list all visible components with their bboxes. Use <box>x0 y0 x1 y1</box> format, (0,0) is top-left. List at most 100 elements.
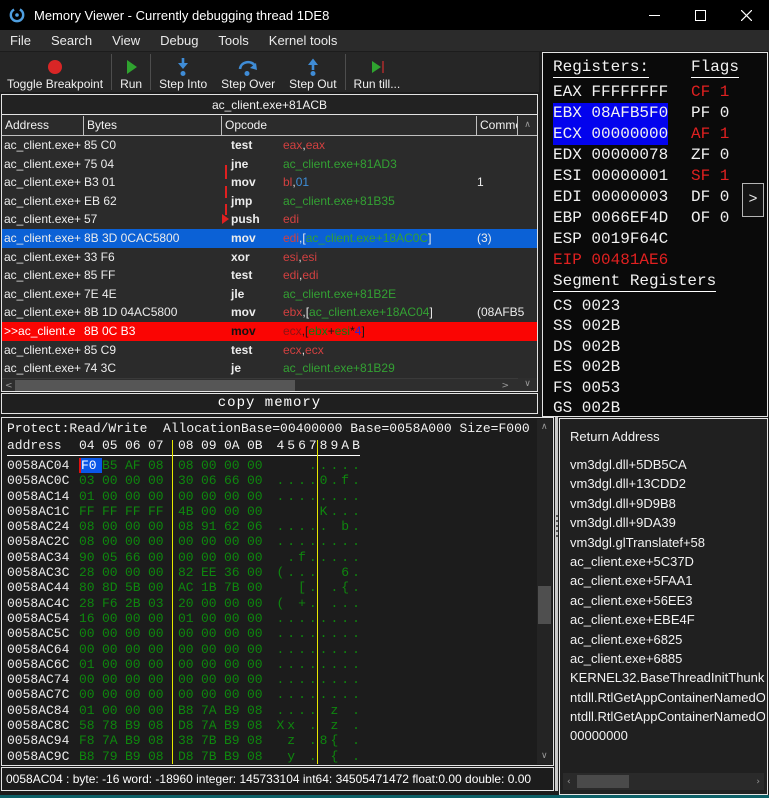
hex-byte[interactable]: 00 <box>201 550 224 565</box>
hex-byte[interactable]: 00 <box>224 611 247 626</box>
hex-byte[interactable]: 7B <box>201 733 224 748</box>
hex-byte[interactable]: B9 <box>125 718 148 733</box>
disasm-row[interactable]: ac_client.exe+85 C9testecx,ecx <box>2 341 537 360</box>
return-address-item[interactable]: ac_client.exe+6885 <box>570 649 765 668</box>
hex-byte[interactable]: 00 <box>247 489 270 504</box>
hex-row[interactable]: 0058AC0C0300000030066600....0.f. <box>7 473 536 488</box>
hex-byte[interactable]: 00 <box>125 489 148 504</box>
hex-row[interactable]: 0058AC349005660000000000 .f..... <box>7 550 536 565</box>
menu-tools[interactable]: Tools <box>208 30 258 51</box>
hex-byte[interactable]: 4B <box>178 504 201 519</box>
hex-byte[interactable]: B9 <box>224 749 247 764</box>
hex-byte[interactable]: 00 <box>102 642 125 657</box>
hex-byte[interactable]: B8 <box>79 749 102 764</box>
disasm-row[interactable]: ac_client.exe+85 FFtestedi,edi <box>2 266 537 285</box>
hex-byte[interactable]: B9 <box>125 733 148 748</box>
hex-byte[interactable]: B5 <box>102 458 125 473</box>
hex-byte[interactable]: 82 <box>178 565 201 580</box>
hex-byte[interactable]: FF <box>125 504 148 519</box>
hex-byte[interactable]: 1B <box>201 580 224 595</box>
hex-row[interactable]: 0058AC640000000000000000........ <box>7 642 536 657</box>
hex-byte[interactable]: 00 <box>102 519 125 534</box>
disasm-row[interactable]: ac_client.exe+57pushedi <box>2 210 537 229</box>
hex-row[interactable]: 0058AC5C0000000000000000........ <box>7 626 536 641</box>
hex-byte[interactable]: 08 <box>178 458 201 473</box>
menu-search[interactable]: Search <box>41 30 102 51</box>
hex-row[interactable]: 0058AC94F87AB908387BB908 z .8{ . <box>7 733 536 748</box>
hex-byte[interactable]: 36 <box>224 565 247 580</box>
segment-fs[interactable]: FS 0053 <box>553 378 620 398</box>
hex-byte[interactable]: 08 <box>79 519 102 534</box>
hex-byte[interactable]: 03 <box>79 473 102 488</box>
hex-byte[interactable]: 00 <box>247 657 270 672</box>
hex-byte[interactable]: 00 <box>102 687 125 702</box>
register-ecx[interactable]: ECX 00000000 <box>553 124 668 145</box>
hex-byte[interactable]: EE <box>201 565 224 580</box>
copy-memory-button[interactable]: copy memory <box>1 393 538 414</box>
hex-byte[interactable]: 58 <box>79 718 102 733</box>
hex-byte[interactable]: 00 <box>125 626 148 641</box>
close-button[interactable] <box>723 0 769 30</box>
hex-byte[interactable]: 00 <box>224 626 247 641</box>
hex-byte[interactable]: 00 <box>102 626 125 641</box>
hex-byte[interactable]: 7B <box>201 749 224 764</box>
hex-byte[interactable]: 16 <box>79 611 102 626</box>
hex-byte[interactable]: 00 <box>125 473 148 488</box>
hex-byte[interactable]: 00 <box>125 519 148 534</box>
hex-row[interactable]: 0058AC8C5878B908D87AB908Xx . z . <box>7 718 536 733</box>
hex-byte[interactable]: 00 <box>224 458 247 473</box>
hex-byte[interactable]: 00 <box>102 489 125 504</box>
hex-byte[interactable]: 08 <box>148 718 171 733</box>
scroll-up-arrow-icon[interactable]: ∧ <box>518 116 537 136</box>
segment-ds[interactable]: DS 002B <box>553 337 620 357</box>
hex-row[interactable]: 0058AC541600000001000000........ <box>7 611 536 626</box>
hex-byte[interactable]: 08 <box>148 733 171 748</box>
hex-byte[interactable]: 03 <box>148 596 171 611</box>
hex-row[interactable]: 0058AC140100000000000000........ <box>7 489 536 504</box>
hex-byte[interactable]: 00 <box>79 672 102 687</box>
panel-splitter[interactable] <box>555 417 558 791</box>
hex-byte[interactable]: 00 <box>247 642 270 657</box>
vscrollbar-thumb[interactable] <box>538 586 551 624</box>
hex-row[interactable]: 0058AC04F0B5AF0808000000 ..... <box>7 458 536 473</box>
hex-byte[interactable]: 00 <box>247 687 270 702</box>
disasm-row[interactable]: ac_client.exe+85 C0testeax,eax <box>2 136 537 155</box>
hex-byte[interactable]: 00 <box>125 672 148 687</box>
hex-byte[interactable]: 00 <box>224 672 247 687</box>
menu-file[interactable]: File <box>0 30 41 51</box>
hex-byte[interactable]: 00 <box>125 703 148 718</box>
hex-byte[interactable]: 38 <box>178 733 201 748</box>
hex-byte[interactable]: 00 <box>178 489 201 504</box>
hex-row[interactable]: 0058AC4C28F62B0320000000( +. ... <box>7 596 536 611</box>
hex-byte[interactable]: 00 <box>247 596 270 611</box>
disasm-row[interactable]: ac_client.exe+8B 3D 0CAC5800movedi,[ac_c… <box>2 229 537 248</box>
hex-byte[interactable]: 8D <box>102 580 125 595</box>
hex-byte[interactable]: 00 <box>178 534 201 549</box>
hex-byte[interactable]: 00 <box>148 550 171 565</box>
hex-byte[interactable]: 00 <box>247 611 270 626</box>
hex-byte[interactable]: 00 <box>148 519 171 534</box>
hex-byte[interactable]: 00 <box>102 473 125 488</box>
flag-pf[interactable]: PF 0 <box>691 103 729 124</box>
hex-row[interactable]: 0058AC8401000000B87AB908.... z . <box>7 703 536 718</box>
disassembler-address-title[interactable]: ac_client.exe+81ACB <box>2 95 537 115</box>
hex-byte[interactable]: 00 <box>247 626 270 641</box>
hex-byte[interactable]: 00 <box>148 580 171 595</box>
hex-byte[interactable]: 00 <box>201 642 224 657</box>
hex-byte[interactable]: 00 <box>148 687 171 702</box>
register-eip[interactable]: EIP 00481AE6 <box>553 250 668 271</box>
hex-byte[interactable]: 00 <box>79 687 102 702</box>
hex-byte[interactable]: 00 <box>125 611 148 626</box>
hex-byte[interactable]: 00 <box>125 565 148 580</box>
hex-byte[interactable]: 00 <box>201 504 224 519</box>
hex-row[interactable]: 0058AC9CB879B908D87BB908 y . { . <box>7 749 536 764</box>
hex-byte[interactable]: 91 <box>201 519 224 534</box>
hex-byte[interactable]: 01 <box>79 489 102 504</box>
hscrollbar-thumb[interactable] <box>577 775 629 788</box>
hex-byte[interactable]: 00 <box>201 611 224 626</box>
flag-df[interactable]: DF 0 <box>691 187 729 208</box>
return-address-item[interactable]: ntdll.RtlGetAppContainerNamedObje <box>570 707 765 726</box>
hex-row[interactable]: 0058AC2C0800000000000000........ <box>7 534 536 549</box>
register-edx[interactable]: EDX 00000078 <box>553 145 668 166</box>
hex-byte[interactable]: 00 <box>178 626 201 641</box>
